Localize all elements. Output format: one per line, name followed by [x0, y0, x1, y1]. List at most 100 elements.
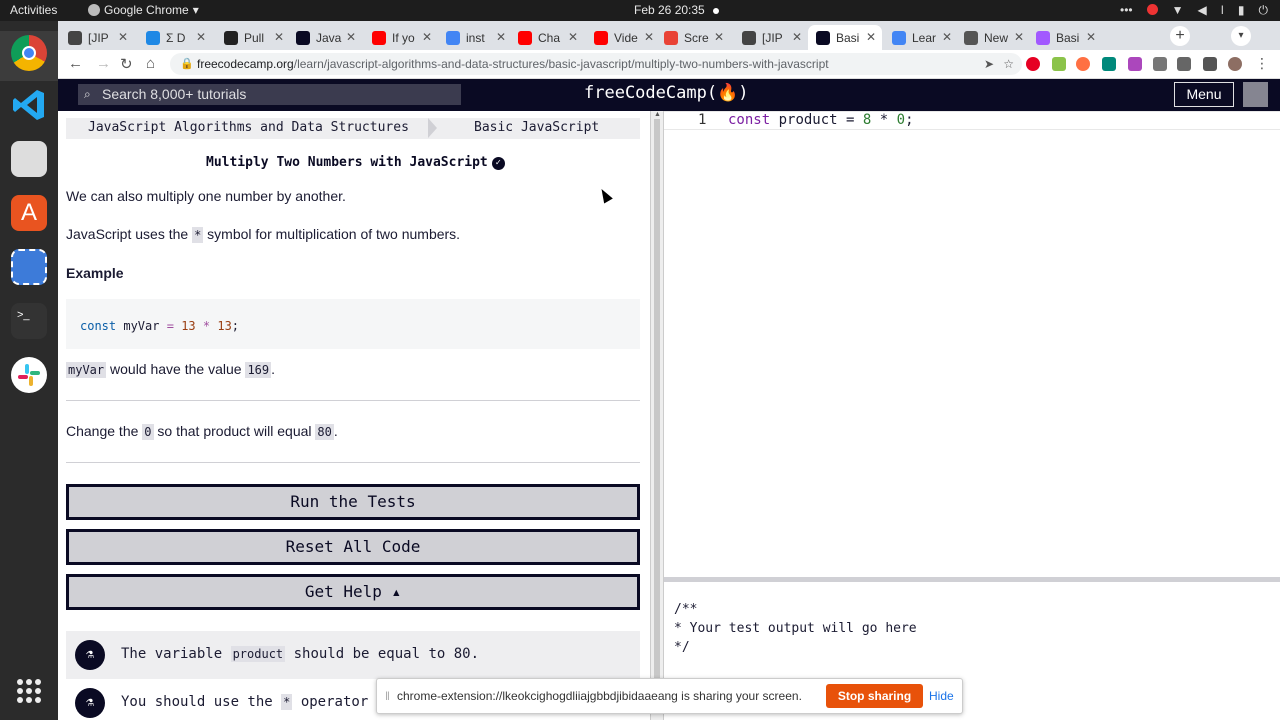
- close-tab-icon[interactable]: ✕: [866, 30, 876, 44]
- get-help-button[interactable]: Get Help ▴: [66, 574, 640, 610]
- slack-icon[interactable]: [11, 357, 47, 393]
- tab-favicon-icon: [892, 30, 906, 45]
- close-tab-icon[interactable]: ✕: [568, 30, 578, 44]
- browser-tab[interactable]: If yo ✕: [364, 25, 438, 50]
- pinterest-extension-icon[interactable]: [1026, 57, 1040, 71]
- example-code-block: const myVar = 13 * 13;: [66, 299, 640, 349]
- close-tab-icon[interactable]: ✕: [496, 30, 506, 44]
- back-icon[interactable]: ←: [68, 55, 83, 72]
- check-circle-icon: ✓: [491, 157, 505, 170]
- close-tab-icon[interactable]: ✕: [644, 30, 654, 44]
- reset-code-button[interactable]: Reset All Code: [66, 529, 640, 565]
- files-icon[interactable]: [11, 141, 47, 177]
- browser-tab[interactable]: Scre ✕: [656, 25, 730, 50]
- code-editor[interactable]: 1 const product = 8 * 0;: [664, 111, 1280, 577]
- close-tab-icon[interactable]: ✕: [274, 30, 284, 44]
- vscode-icon[interactable]: [11, 87, 47, 123]
- tab-search-button[interactable]: ▾: [1231, 26, 1251, 46]
- browser-tab[interactable]: Lear ✕: [884, 25, 958, 50]
- browser-tab[interactable]: Basi ✕: [1028, 25, 1102, 50]
- screen-share-bar: ‖ chrome-extension://lkeokcighogdliiajgb…: [376, 678, 963, 714]
- code-operator: =: [166, 319, 174, 333]
- browser-tab[interactable]: Σ D ✕: [138, 25, 212, 50]
- menu-button[interactable]: Menu: [1174, 82, 1234, 107]
- code-number: 8: [862, 112, 872, 128]
- code-operator: =: [846, 112, 855, 128]
- tab-label: Σ D: [166, 30, 186, 45]
- url-host: freecodecamp.org: [197, 57, 294, 71]
- code-operator: *: [202, 319, 211, 333]
- browser-tab[interactable]: New ✕: [956, 25, 1030, 50]
- address-bar[interactable]: 🔒 freecodecamp.org/learn/javascript-algo…: [170, 53, 1022, 75]
- colorful-extension-icon[interactable]: [1128, 57, 1142, 71]
- profile-avatar-icon[interactable]: [1228, 57, 1242, 71]
- close-tab-icon[interactable]: ✕: [1014, 30, 1024, 44]
- browser-tab[interactable]: Pull ✕: [216, 25, 290, 50]
- system-tray[interactable]: ••• ▼ ◀ ǀ ▮ ⏻: [1120, 3, 1268, 18]
- pane-resizer[interactable]: ▲: [650, 111, 664, 720]
- send-icon[interactable]: ➤: [984, 53, 994, 75]
- clock[interactable]: Feb 26 20:35: [634, 3, 719, 17]
- browser-tab[interactable]: [JIP ✕: [734, 25, 808, 50]
- editor-code[interactable]: const product = 8 * 0;: [728, 112, 914, 129]
- code-punctuation: ;: [231, 319, 240, 333]
- inline-code: product: [230, 646, 286, 662]
- side-panel-icon[interactable]: [1203, 57, 1217, 71]
- home-icon[interactable]: ⌂: [146, 55, 155, 72]
- close-tab-icon[interactable]: ✕: [422, 30, 432, 44]
- inline-code: 80: [315, 424, 334, 440]
- drag-handle-icon[interactable]: ‖: [385, 689, 390, 703]
- teal-extension-icon[interactable]: [1102, 57, 1116, 71]
- reading-list-icon[interactable]: [1177, 57, 1191, 71]
- new-tab-button[interactable]: +: [1170, 26, 1190, 46]
- system-top-bar: Activities Google Chrome ▾ Feb 26 20:35 …: [0, 0, 1280, 21]
- fcc-logo[interactable]: freeCodeCamp(🔥): [584, 83, 748, 103]
- code-number: 13: [181, 319, 196, 333]
- browser-tab[interactable]: Basi ✕: [808, 25, 882, 50]
- close-tab-icon[interactable]: ✕: [346, 30, 356, 44]
- software-center-icon[interactable]: A: [11, 195, 47, 231]
- avatar[interactable]: [1243, 82, 1268, 107]
- eyedropper-extension-icon[interactable]: [1052, 57, 1066, 71]
- screenshot-icon[interactable]: [11, 249, 47, 285]
- browser-tab[interactable]: [JIP ✕: [60, 25, 134, 50]
- breadcrumb-course[interactable]: JavaScript Algorithms and Data Structure…: [88, 120, 409, 135]
- code-keyword: const: [80, 319, 117, 333]
- close-tab-icon[interactable]: ✕: [792, 30, 802, 44]
- dock: A >_: [0, 21, 58, 720]
- chrome-icon[interactable]: [11, 35, 47, 71]
- stop-sharing-button[interactable]: Stop sharing: [826, 684, 923, 708]
- close-tab-icon[interactable]: ✕: [942, 30, 952, 44]
- breadcrumb-section[interactable]: Basic JavaScript: [474, 120, 599, 135]
- close-tab-icon[interactable]: ✕: [196, 30, 206, 44]
- close-tab-icon[interactable]: ✕: [1086, 30, 1096, 44]
- description-text: would have the value: [106, 361, 246, 377]
- puzzle-extensions-icon[interactable]: [1153, 57, 1167, 71]
- close-tab-icon[interactable]: ✕: [118, 30, 128, 44]
- scroll-up-icon[interactable]: ▲: [654, 111, 661, 118]
- browser-tab[interactable]: Vide ✕: [586, 25, 660, 50]
- browser-tab[interactable]: Cha ✕: [510, 25, 584, 50]
- editor-line[interactable]: 1 const product = 8 * 0;: [664, 111, 1280, 130]
- run-tests-button[interactable]: Run the Tests: [66, 484, 640, 520]
- browser-tab[interactable]: inst ✕: [438, 25, 512, 50]
- forward-icon[interactable]: →: [96, 55, 111, 72]
- close-tab-icon[interactable]: ✕: [714, 30, 724, 44]
- scrollbar[interactable]: [654, 119, 660, 709]
- hide-button[interactable]: Hide: [929, 689, 954, 703]
- chrome-menu-icon[interactable]: ⋮: [1255, 55, 1269, 72]
- reload-icon[interactable]: ↻: [120, 55, 133, 73]
- battery-icon: ▮: [1237, 3, 1245, 17]
- search-input[interactable]: ⌕ Search 8,000+ tutorials: [78, 84, 461, 105]
- browser-tab[interactable]: Java ✕: [288, 25, 362, 50]
- orange-extension-icon[interactable]: [1076, 57, 1090, 71]
- activities-button[interactable]: Activities: [10, 3, 57, 17]
- bookmark-star-icon[interactable]: ☆: [1003, 53, 1014, 75]
- show-apps-icon[interactable]: [17, 679, 41, 703]
- tab-favicon-icon: [372, 30, 386, 45]
- code-number: 0: [896, 112, 906, 128]
- description-text: Change the: [66, 423, 143, 439]
- tab-label: Lear: [912, 30, 937, 45]
- app-menu[interactable]: Google Chrome ▾: [88, 3, 199, 17]
- terminal-icon[interactable]: >_: [11, 303, 47, 339]
